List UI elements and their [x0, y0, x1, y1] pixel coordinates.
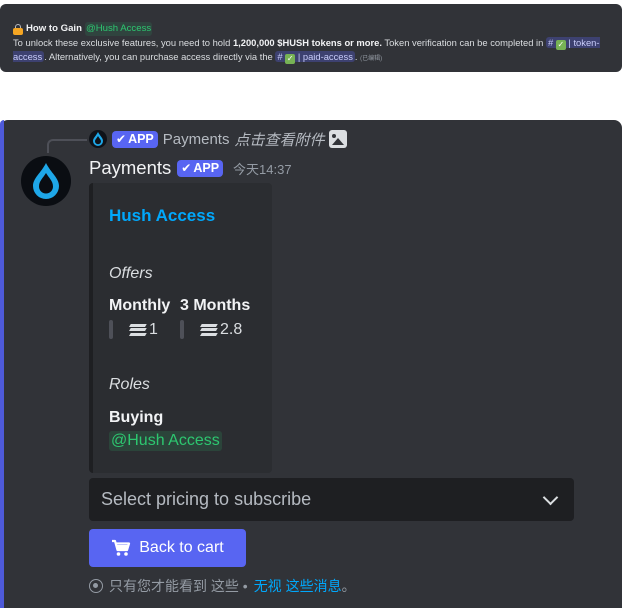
snippet-title: How to Gain	[26, 23, 82, 34]
message-panel: ✔ APP Payments 点击查看附件 Payments ✔ APP 今天14:…	[0, 120, 622, 608]
offers-label: Offers	[109, 265, 153, 282]
drop-icon	[33, 163, 59, 199]
buying-label: Buying	[109, 409, 164, 426]
image-icon	[329, 130, 348, 148]
field-name-3-months: 3 Months	[180, 297, 251, 314]
checkmark-icon: ✔	[116, 132, 127, 146]
button-label: Back to cart	[139, 539, 224, 556]
reply-avatar[interactable]	[89, 130, 107, 148]
reply-reference[interactable]: ✔ APP Payments 点击查看附件	[89, 128, 348, 150]
separator: |	[297, 51, 301, 62]
price-value: 2.8	[220, 320, 243, 338]
cart-icon	[112, 539, 131, 556]
message-header: Payments ✔ APP 今天14:37	[89, 157, 292, 179]
reply-text[interactable]: 点击查看附件	[234, 129, 324, 150]
snippet-text: . Alternatively, you can purchase access…	[44, 51, 273, 62]
snippet-title-line: How to Gain @Hush Access	[13, 22, 618, 36]
edited-note: (已编辑)	[360, 56, 383, 62]
roles-label: Roles	[109, 376, 150, 393]
solana-icon	[200, 323, 218, 336]
dismiss-link[interactable]: 无视	[254, 578, 282, 594]
reply-author[interactable]: Payments	[163, 131, 230, 148]
snippet-text: To unlock these exclusive features, you …	[13, 37, 231, 48]
dismiss-link-rest[interactable]: 这些消息	[286, 578, 342, 594]
lock-icon	[13, 23, 23, 35]
channel-mention-paid-access[interactable]: # ✓ | paid-access	[275, 51, 355, 64]
snippet-text: .	[354, 51, 358, 62]
app-tag-label: APP	[128, 132, 154, 146]
snippet-body: To unlock these exclusive features, you …	[13, 36, 618, 66]
role-mention[interactable]: @Hush Access	[84, 22, 153, 36]
check-emoji-icon: ✓	[285, 54, 296, 64]
separator: |	[568, 37, 571, 48]
snippet-text: Token verification can be completed in	[384, 37, 544, 48]
embed-card: Hush Access Offers Monthly 3 Months 1 2.…	[89, 183, 272, 473]
ephemeral-notice: 只有您才能看到 这些 • 无视 这些消息。	[89, 576, 356, 596]
app-tag: ✔ APP	[112, 130, 158, 148]
avatar[interactable]	[21, 156, 71, 206]
buying-role-mention[interactable]: @Hush Access	[109, 431, 222, 451]
solana-icon	[129, 323, 147, 336]
checkmark-icon: ✔	[181, 161, 192, 175]
drop-icon	[93, 132, 103, 146]
channel-name: paid-access	[302, 51, 353, 62]
select-placeholder: Select pricing to subscribe	[101, 489, 312, 509]
ephemeral-highlight-edge	[0, 120, 4, 608]
ephemeral-end: 。	[341, 578, 356, 594]
timestamp[interactable]: 今天14:37	[233, 159, 292, 178]
price-value: 1	[149, 320, 158, 338]
embed-title: Hush Access	[109, 206, 216, 225]
field-value-3-months: 2.8	[180, 320, 242, 339]
snippet-bold-text: 1,200,000 $HUSH tokens or more.	[232, 37, 382, 48]
eye-icon	[89, 579, 103, 593]
field-name-monthly: Monthly	[109, 297, 171, 314]
reply-spine	[47, 139, 87, 153]
field-value-monthly: 1	[109, 320, 158, 339]
announcement-snippet: How to Gain @Hush Access To unlock these…	[0, 4, 622, 72]
username[interactable]: Payments	[89, 157, 171, 179]
check-emoji-icon: ✓	[555, 40, 566, 50]
hash-icon: #	[277, 51, 283, 62]
app-tag: ✔ APP	[177, 159, 224, 177]
ephemeral-text: 只有您才能看到 这些 •	[109, 578, 248, 594]
hash-icon: #	[547, 37, 554, 48]
app-tag-label: APP	[193, 161, 220, 175]
back-to-cart-button[interactable]: Back to cart	[89, 529, 246, 567]
pricing-select[interactable]: Select pricing to subscribe	[89, 478, 574, 521]
quote-bar	[180, 320, 184, 339]
chevron-down-icon	[542, 489, 559, 505]
quote-bar	[109, 320, 113, 339]
